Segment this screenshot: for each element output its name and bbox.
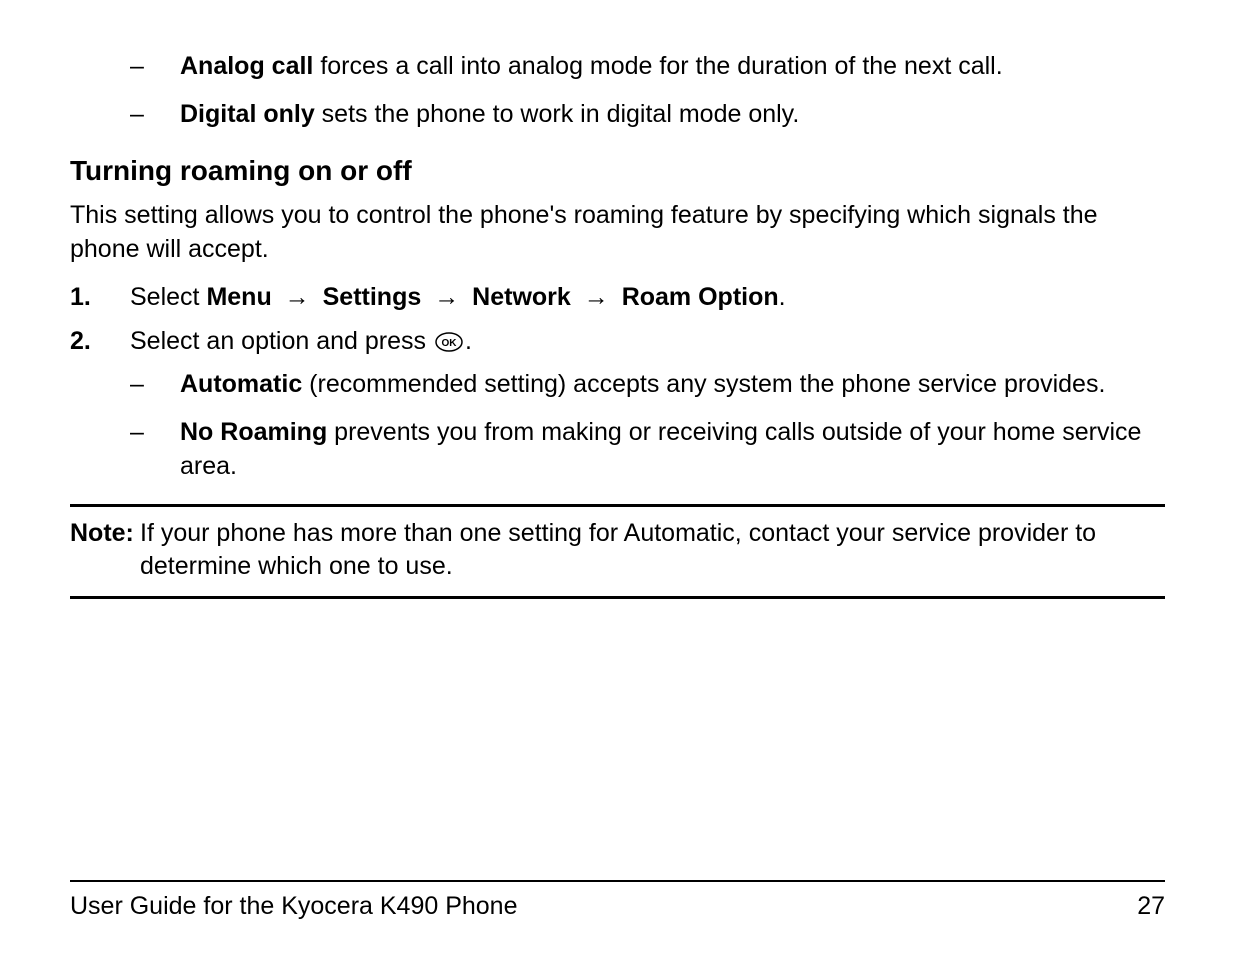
list-item-text: Analog call forces a call into analog mo… xyxy=(180,50,1165,84)
step-text: Select an option and press OK. xyxy=(130,325,1165,359)
list-item: – No Roaming prevents you from making or… xyxy=(70,416,1165,484)
list-item-text: Automatic (recommended setting) accepts … xyxy=(180,368,1165,402)
page-footer: User Guide for the Kyocera K490 Phone 27 xyxy=(70,880,1165,924)
list-item: – Analog call forces a call into analog … xyxy=(70,50,1165,84)
svg-text:OK: OK xyxy=(441,338,457,349)
note-box: Note: If your phone has more than one se… xyxy=(70,504,1165,600)
list-item-text: Digital only sets the phone to work in d… xyxy=(180,98,1165,132)
ok-button-icon: OK xyxy=(435,332,463,352)
dash-icon: – xyxy=(130,50,180,84)
footer-title: User Guide for the Kyocera K490 Phone xyxy=(70,890,518,924)
step-item: 2. Select an option and press OK. xyxy=(70,325,1165,359)
list-item: – Digital only sets the phone to work in… xyxy=(70,98,1165,132)
section-heading: Turning roaming on or off xyxy=(70,152,1165,190)
dash-icon: – xyxy=(130,98,180,132)
arrow-icon: → xyxy=(434,281,459,315)
sub-bullet-list: – Automatic (recommended setting) accept… xyxy=(70,368,1165,483)
list-item-text: No Roaming prevents you from making or r… xyxy=(180,416,1165,484)
note-label: Note: xyxy=(70,517,140,551)
top-bullet-list: – Analog call forces a call into analog … xyxy=(70,50,1165,132)
dash-icon: – xyxy=(130,416,180,450)
arrow-icon: → xyxy=(584,281,609,315)
step-number: 1. xyxy=(70,281,130,315)
arrow-icon: → xyxy=(285,281,310,315)
list-item: – Automatic (recommended setting) accept… xyxy=(70,368,1165,402)
step-text: Select Menu → Settings → Network → Roam … xyxy=(130,281,1165,315)
dash-icon: – xyxy=(130,368,180,402)
numbered-steps: 1. Select Menu → Settings → Network → Ro… xyxy=(70,281,1165,359)
intro-paragraph: This setting allows you to control the p… xyxy=(70,199,1165,267)
step-number: 2. xyxy=(70,325,130,359)
step-item: 1. Select Menu → Settings → Network → Ro… xyxy=(70,281,1165,315)
note-text: If your phone has more than one setting … xyxy=(140,517,1165,585)
page-number: 27 xyxy=(1137,890,1165,924)
